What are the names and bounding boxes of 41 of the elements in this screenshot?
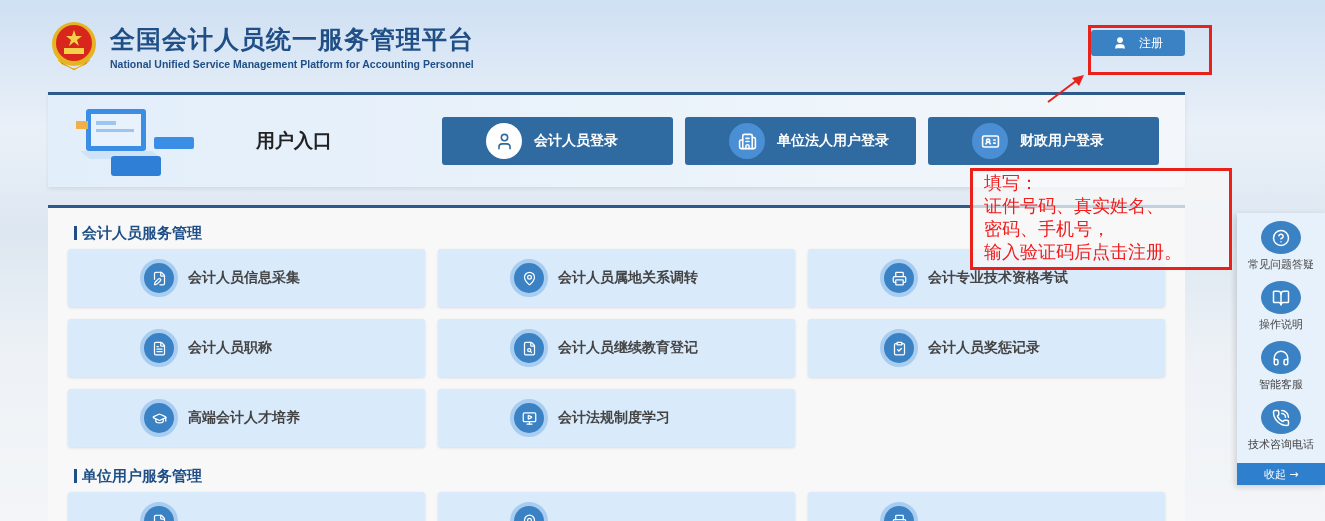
service-icon bbox=[521, 270, 537, 286]
side-label: 操作说明 bbox=[1259, 318, 1303, 332]
user-icon bbox=[1113, 36, 1127, 50]
service-icon bbox=[151, 410, 167, 426]
service-icon bbox=[521, 410, 537, 426]
entry-title: 用户入口 bbox=[255, 128, 333, 153]
service-card[interactable]: 高端会计人才培养 bbox=[68, 389, 425, 447]
service-card[interactable]: 会计人员信息采集 bbox=[68, 249, 425, 307]
annotation-text: 填写： bbox=[984, 172, 1039, 195]
book-icon bbox=[1272, 288, 1290, 307]
service-card[interactable]: 会计人员继续教育登记 bbox=[438, 319, 795, 377]
service-icon bbox=[891, 270, 907, 286]
annotation-text: 证件号码、真实姓名、 bbox=[984, 195, 1165, 218]
phone-icon bbox=[1272, 408, 1290, 427]
service-card[interactable]: 会计人员属地关系调转 bbox=[438, 249, 795, 307]
section-title: 单位用户服务管理 bbox=[74, 469, 1165, 483]
side-label: 智能客服 bbox=[1259, 378, 1303, 392]
annotation-arrow bbox=[1046, 72, 1086, 104]
side-label: 技术咨询电话 bbox=[1248, 438, 1314, 452]
side-button[interactable] bbox=[1261, 281, 1301, 314]
side-button[interactable] bbox=[1261, 221, 1301, 254]
site-title: 全国会计人员统一服务管理平台 bbox=[110, 23, 474, 56]
side-button[interactable] bbox=[1261, 401, 1301, 434]
collapse-button[interactable]: 收起 → bbox=[1237, 463, 1325, 485]
login-button[interactable]: 财政用户登录 bbox=[928, 117, 1159, 165]
service-card[interactable]: 会计人员奖惩记录 bbox=[808, 319, 1165, 377]
login-button[interactable]: 单位法人用户登录 bbox=[685, 117, 916, 165]
service-card[interactable]: 会计法规制度学习 bbox=[438, 389, 795, 447]
service-card[interactable]: 会计人员职称 bbox=[68, 319, 425, 377]
site-subtitle: National Unified Service Management Platform for Accounting Personnel bbox=[110, 57, 474, 70]
headset-icon bbox=[1272, 348, 1290, 367]
register-button[interactable]: 注册 bbox=[1091, 30, 1185, 56]
side-label: 常见问题答疑 bbox=[1248, 258, 1314, 272]
service-icon bbox=[521, 340, 537, 356]
service-icon bbox=[151, 340, 167, 356]
login-button[interactable]: 会计人员登录 bbox=[442, 117, 673, 165]
help-icon bbox=[1272, 228, 1290, 247]
service-icon bbox=[891, 340, 907, 356]
service-icon bbox=[151, 270, 167, 286]
building-icon bbox=[737, 131, 757, 151]
side-button[interactable] bbox=[1261, 341, 1301, 374]
